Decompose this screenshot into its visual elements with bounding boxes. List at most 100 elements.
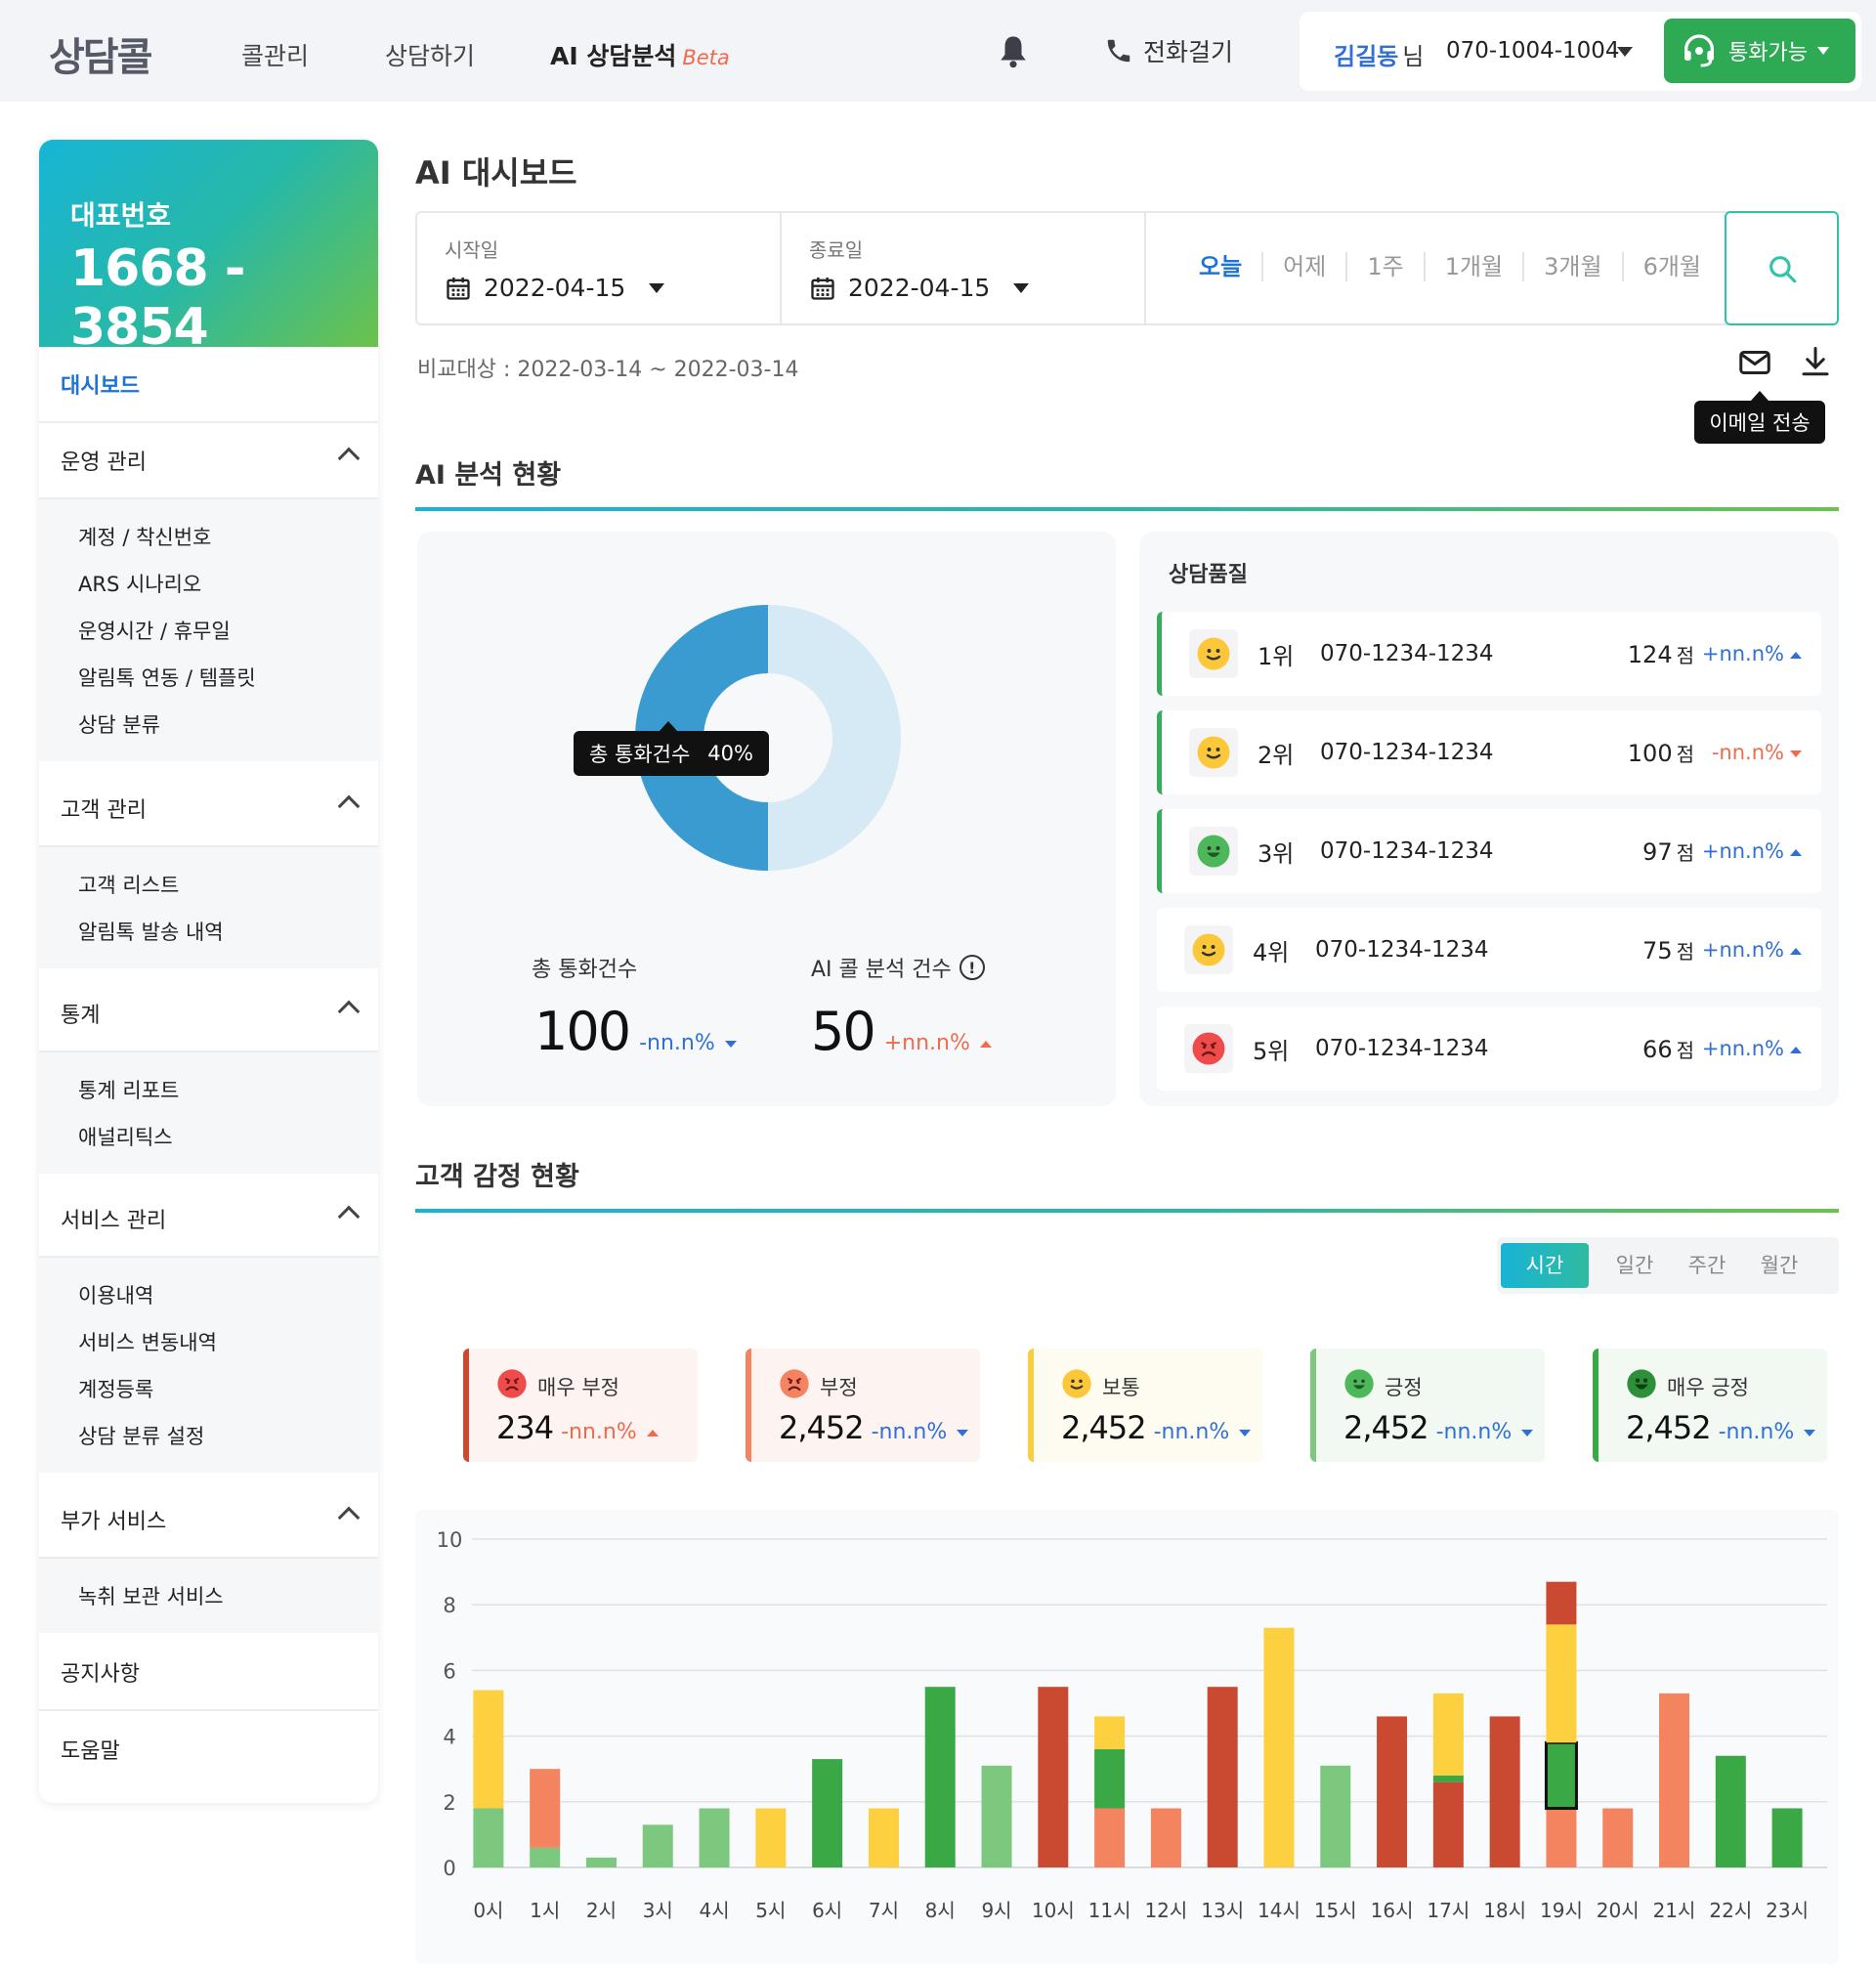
- tab-hourly[interactable]: 시간: [1501, 1243, 1589, 1288]
- sidebar-item-help[interactable]: 도움말: [39, 1711, 378, 1787]
- bar-segment-very_negative[interactable]: [1377, 1716, 1408, 1867]
- sentiment-card-very-positive[interactable]: 매우 긍정 2,452 -nn.n%: [1593, 1349, 1827, 1462]
- calendar-icon: [811, 277, 834, 300]
- sentiment-card-negative[interactable]: 부정 2,452 -nn.n%: [746, 1349, 980, 1462]
- app-logo[interactable]: 상담콜: [49, 25, 152, 82]
- date-filter-bar: 시작일 2022-04-15 종료일 2022-04-15 오늘 어제 1주 1…: [415, 211, 1839, 325]
- caret-down-icon: [1521, 1429, 1534, 1436]
- end-date-field[interactable]: 종료일 2022-04-15: [782, 213, 1146, 323]
- sidebar-item-category[interactable]: 상담 분류: [39, 701, 378, 748]
- sidebar-group-operations[interactable]: 운영 관리: [39, 423, 378, 499]
- nav-ai-analysis[interactable]: AI 상담분석 Beta: [550, 37, 730, 72]
- period-yesterday[interactable]: 어제: [1261, 252, 1345, 281]
- bar-segment-positive[interactable]: [530, 1847, 561, 1867]
- bar-segment-very_negative[interactable]: [1432, 1781, 1464, 1867]
- download-icon[interactable]: [1798, 344, 1833, 379]
- bar-segment-negative[interactable]: [1150, 1808, 1181, 1867]
- info-icon[interactable]: !: [959, 955, 985, 980]
- period-1month[interactable]: 1개월: [1423, 252, 1522, 281]
- bar-segment-very_positive[interactable]: [1432, 1775, 1464, 1782]
- bar-segment-very_negative[interactable]: [1489, 1716, 1520, 1867]
- bar-segment-neutral[interactable]: [1263, 1627, 1295, 1867]
- bar-segment-negative[interactable]: [1546, 1808, 1577, 1867]
- sidebar-group-statistics[interactable]: 통계: [39, 976, 378, 1052]
- sidebar-item-notice[interactable]: 공지사항: [39, 1635, 378, 1711]
- period-today[interactable]: 오늘: [1179, 252, 1261, 281]
- bar-segment-neutral[interactable]: [473, 1690, 504, 1809]
- ranking-row[interactable]: 4위 070-1234-1234 75 점 +nn.n%: [1157, 908, 1821, 992]
- bar-segment-very_positive[interactable]: [924, 1687, 956, 1867]
- sidebar-group-service[interactable]: 서비스 관리: [39, 1181, 378, 1258]
- bar-segment-very_positive[interactable]: [812, 1759, 843, 1867]
- user-name[interactable]: 김길동 님: [1334, 37, 1424, 71]
- tab-weekly[interactable]: 주간: [1671, 1243, 1743, 1288]
- sidebar-item-account[interactable]: 계정 / 착신번호: [39, 513, 378, 560]
- nav-consult[interactable]: 상담하기: [385, 37, 475, 72]
- sidebar-item-service-changes[interactable]: 서비스 변동내역: [39, 1318, 378, 1365]
- bar-segment-positive[interactable]: [642, 1824, 673, 1867]
- sentiment-card-very-negative[interactable]: 매우 부정 234 -nn.n%: [463, 1349, 698, 1462]
- x-tick-label: 10시: [1032, 1899, 1075, 1922]
- bar-segment-positive[interactable]: [1320, 1765, 1351, 1867]
- bar-segment-neutral[interactable]: [1432, 1693, 1464, 1776]
- bar-segment-neutral[interactable]: [868, 1808, 899, 1867]
- sidebar-item-account-register[interactable]: 계정등록: [39, 1365, 378, 1412]
- x-tick-label: 23시: [1766, 1899, 1809, 1922]
- bar-segment-positive[interactable]: [585, 1857, 617, 1867]
- mail-icon[interactable]: [1737, 345, 1772, 380]
- sidebar-item-category-settings[interactable]: 상담 분류 설정: [39, 1412, 378, 1459]
- sidebar-group-customers[interactable]: 고객 관리: [39, 771, 378, 847]
- period-3months[interactable]: 3개월: [1522, 252, 1621, 281]
- sidebar-item-dashboard[interactable]: 대시보드: [39, 347, 378, 423]
- sidebar-item-alimtalk-history[interactable]: 알림톡 발송 내역: [39, 908, 378, 955]
- rank-phone: 070-1234-1234: [1315, 937, 1489, 963]
- status-button[interactable]: 통화가능: [1664, 19, 1855, 83]
- call-button[interactable]: 전화걸기: [1104, 33, 1233, 68]
- sidebar-item-customer-list[interactable]: 고객 리스트: [39, 861, 378, 908]
- sidebar-item-report[interactable]: 통계 리포트: [39, 1066, 378, 1113]
- bar-segment-neutral[interactable]: [1094, 1716, 1126, 1750]
- search-button[interactable]: [1725, 211, 1839, 325]
- sentiment-card-positive[interactable]: 긍정 2,452 -nn.n%: [1310, 1349, 1545, 1462]
- bar-segment-very_positive[interactable]: [1715, 1755, 1746, 1867]
- sidebar-item-analytics[interactable]: 애널리틱스: [39, 1113, 378, 1160]
- bar-segment-negative[interactable]: [1094, 1808, 1126, 1867]
- bar-segment-positive[interactable]: [699, 1808, 730, 1867]
- donut-segment-remaining[interactable]: [768, 605, 901, 871]
- sidebar-item-alimtalk[interactable]: 알림톡 연동 / 템플릿: [39, 654, 378, 701]
- bar-segment-positive[interactable]: [473, 1808, 504, 1867]
- bar-segment-negative[interactable]: [530, 1769, 561, 1848]
- bar-segment-very_positive[interactable]: [1771, 1808, 1803, 1867]
- period-1week[interactable]: 1주: [1345, 252, 1423, 281]
- bar-segment-very_negative[interactable]: [1207, 1687, 1238, 1867]
- call-summary-panel: 총 통화건수 40% 총 통화건수 100 -nn.n% AI 콜 분석 건수 …: [417, 532, 1116, 1106]
- bar-segment-very_positive[interactable]: [1544, 1740, 1578, 1811]
- nav-call-management[interactable]: 콜관리: [241, 37, 309, 72]
- sentiment-card-title: 부정: [779, 1368, 858, 1404]
- ranking-row[interactable]: 2위 070-1234-1234 100 점 -nn.n%: [1157, 710, 1821, 794]
- ranking-row[interactable]: 1위 070-1234-1234 124 점 +nn.n%: [1157, 612, 1821, 696]
- sidebar-item-recording[interactable]: 녹취 보관 서비스: [39, 1572, 378, 1619]
- sidebar-item-ars[interactable]: ARS 시나리오: [39, 560, 378, 607]
- tab-daily[interactable]: 일간: [1599, 1243, 1671, 1288]
- sentiment-card-neutral[interactable]: 보통 2,452 -nn.n%: [1028, 1349, 1262, 1462]
- bar-segment-negative[interactable]: [1602, 1808, 1634, 1867]
- ranking-row[interactable]: 3위 070-1234-1234 97 점 +nn.n%: [1157, 809, 1821, 893]
- period-6months[interactable]: 6개월: [1621, 252, 1721, 281]
- sidebar-group-addon[interactable]: 부가 서비스: [39, 1482, 378, 1559]
- sidebar-item-usage[interactable]: 이용내역: [39, 1271, 378, 1318]
- chevron-down-icon[interactable]: [1617, 47, 1633, 57]
- bar-segment-very_negative[interactable]: [1038, 1687, 1069, 1867]
- bell-icon[interactable]: [997, 33, 1030, 70]
- sidebar-item-hours[interactable]: 운영시간 / 휴무일: [39, 607, 378, 654]
- tab-monthly[interactable]: 월간: [1743, 1243, 1815, 1288]
- rank-score-unit: 점: [1676, 939, 1694, 964]
- ranking-row[interactable]: 5위 070-1234-1234 66 점 +nn.n%: [1157, 1007, 1821, 1091]
- bar-segment-negative[interactable]: [1659, 1693, 1690, 1867]
- start-date-field[interactable]: 시작일 2022-04-15: [417, 213, 782, 323]
- bar-segment-neutral[interactable]: [1546, 1624, 1577, 1743]
- bar-segment-very_negative[interactable]: [1546, 1581, 1577, 1625]
- bar-segment-very_positive[interactable]: [1094, 1749, 1126, 1809]
- bar-segment-positive[interactable]: [981, 1765, 1012, 1867]
- bar-segment-neutral[interactable]: [755, 1808, 787, 1867]
